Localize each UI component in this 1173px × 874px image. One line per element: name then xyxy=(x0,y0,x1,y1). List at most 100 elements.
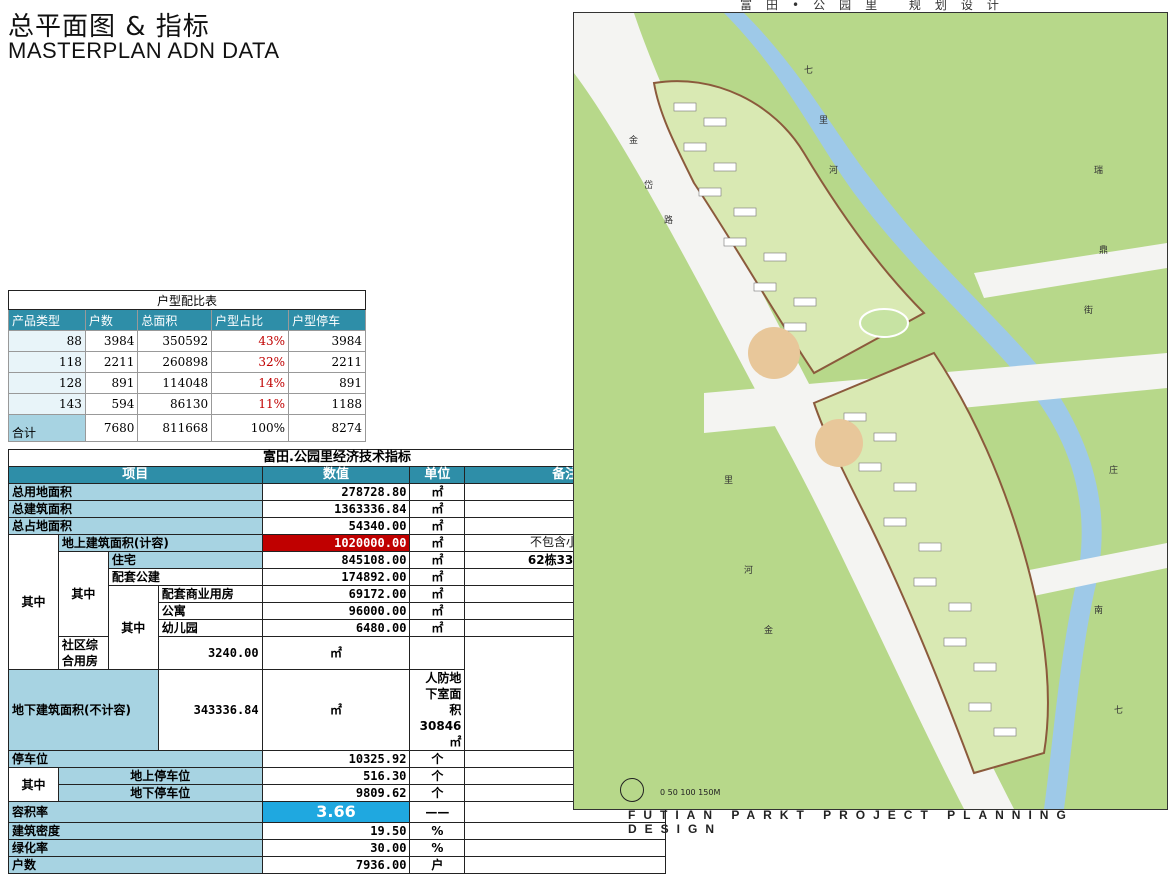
row-value: 3.66 xyxy=(261,801,411,823)
row-label: 配套公建 xyxy=(107,568,263,586)
building xyxy=(968,702,992,712)
row-value: 343336.84 xyxy=(157,669,263,751)
plaza-south xyxy=(815,419,863,467)
col-area: 总面积 xyxy=(137,309,213,331)
row-unit: % xyxy=(409,839,466,857)
masterplan-drawing: 七里河金岱路瑞鼎街庄南七里河金 xyxy=(573,12,1168,810)
eco-row-total-land: 总用地面积 278728.80 ㎡ xyxy=(8,483,666,501)
row-label: 住宅 xyxy=(107,551,263,569)
building xyxy=(913,577,937,587)
road-label: 庄 xyxy=(1109,464,1118,476)
row-unit: ㎡ xyxy=(409,585,466,603)
building xyxy=(858,462,882,472)
table-row: 143 594 86130 11% 1188 xyxy=(8,393,366,415)
eco-row-far: 容积率 3.66 —— xyxy=(8,801,666,823)
road-label: 里 xyxy=(819,115,828,126)
unit-table-header: 产品类型 户数 总面积 户型占比 户型停车 xyxy=(8,309,366,331)
road-label: 里 xyxy=(724,475,733,486)
row-value: 845108.00 xyxy=(261,551,411,569)
row-unit: ㎡ xyxy=(409,602,466,620)
table-total-row: 合计 7680 811668 100% 8274 xyxy=(8,414,366,442)
building xyxy=(753,282,777,292)
eco-row-underground: 地下建筑面积(不计容) 343336.84 ㎡ 人防地下室面积30846㎡ xyxy=(8,669,666,751)
road-label: 河 xyxy=(829,164,838,176)
qizhong-label: 其中 xyxy=(107,585,159,670)
row-label: 幼儿园 xyxy=(157,619,263,637)
eco-row-density: 建筑密度 19.50 % xyxy=(8,822,666,840)
cell-total-area: 811668 xyxy=(137,414,213,442)
row-value: 30.00 xyxy=(261,839,411,857)
cell-count: 594 xyxy=(84,393,139,415)
eco-row-green: 绿化率 30.00 % xyxy=(8,839,666,857)
cell-count: 3984 xyxy=(84,330,139,352)
row-label: 绿化率 xyxy=(8,839,263,857)
table-row: 128 891 114048 14% 891 xyxy=(8,372,366,394)
row-label: 总占地面积 xyxy=(8,517,263,535)
eco-col-value: 数值 xyxy=(261,466,411,484)
plan-header-text: 富田•公园里 规划设计 xyxy=(740,0,1013,12)
road-label: 河 xyxy=(744,564,753,576)
row-value: 96000.00 xyxy=(261,602,411,620)
row-unit: ㎡ xyxy=(409,500,466,518)
building xyxy=(883,517,907,527)
table-row: 88 3984 350592 43% 3984 xyxy=(8,330,366,352)
row-label: 地上停车位 xyxy=(57,767,263,785)
cell-area: 350592 xyxy=(137,330,213,352)
page-title-en: MASTERPLAN ADN DATA xyxy=(8,38,280,63)
building xyxy=(948,602,972,612)
road-label: 金 xyxy=(764,624,773,636)
col-type: 产品类型 xyxy=(8,309,86,331)
road-label: 七 xyxy=(804,65,813,76)
north-arrow-icon xyxy=(620,778,644,802)
row-label: 地下停车位 xyxy=(57,784,263,802)
row-value: 174892.00 xyxy=(261,568,411,586)
col-ratio: 户型占比 xyxy=(211,309,290,331)
row-label: 容积率 xyxy=(8,801,263,823)
building xyxy=(993,727,1017,737)
cell-count: 891 xyxy=(84,372,139,394)
row-label: 户数 xyxy=(8,856,263,874)
row-value: 1020000.00 xyxy=(261,534,411,552)
cell-parking: 891 xyxy=(288,372,366,394)
cell-total-count: 7680 xyxy=(84,414,139,442)
row-note xyxy=(409,636,466,670)
eco-row-residential: 其中 住宅 845108.00 ㎡ 62栋33层住宅，占82% xyxy=(9,551,666,637)
row-value: 6480.00 xyxy=(261,619,411,637)
building xyxy=(973,662,997,672)
row-label: 地下建筑面积(不计容) xyxy=(8,669,159,751)
road-label: 七 xyxy=(1114,705,1123,716)
table-row: 118 2211 260898 32% 2211 xyxy=(8,351,366,373)
row-unit: 个 xyxy=(409,767,466,785)
road-label: 鼎 xyxy=(1099,245,1108,256)
row-unit: ㎡ xyxy=(409,534,466,552)
road-label: 南 xyxy=(1094,604,1103,616)
row-unit: ㎡ xyxy=(261,636,411,670)
row-value: 516.30 xyxy=(261,767,411,785)
cell-ratio: 11% xyxy=(211,393,290,415)
row-unit: % xyxy=(409,822,466,840)
cell-type: 128 xyxy=(8,372,86,394)
row-unit: —— xyxy=(409,801,466,823)
row-value: 69172.00 xyxy=(261,585,411,603)
building xyxy=(843,412,867,422)
cell-parking: 3984 xyxy=(288,330,366,352)
row-label: 总用地面积 xyxy=(8,483,263,501)
row-label: 地上建筑面积(计容) xyxy=(57,534,263,552)
building xyxy=(893,482,917,492)
eco-row-parking: 停车位 10325.92 个 xyxy=(8,750,666,768)
building xyxy=(713,162,737,172)
row-unit: ㎡ xyxy=(409,568,466,586)
row-value: 10325.92 xyxy=(261,750,411,768)
eco-row-total-occupy: 总占地面积 54340.00 ㎡ xyxy=(8,517,666,535)
col-count: 户数 xyxy=(84,309,139,331)
building xyxy=(793,297,817,307)
eco-row-households: 户数 7936.00 户 xyxy=(8,856,666,874)
cell-type: 118 xyxy=(8,351,86,373)
cell-parking: 1188 xyxy=(288,393,366,415)
row-value: 278728.80 xyxy=(261,483,411,501)
building xyxy=(783,322,807,332)
road-label: 金 xyxy=(629,134,638,146)
row-label: 公寓 xyxy=(157,602,263,620)
cell-total-ratio: 100% xyxy=(211,414,290,442)
row-label: 社区综合用房 xyxy=(57,636,109,670)
